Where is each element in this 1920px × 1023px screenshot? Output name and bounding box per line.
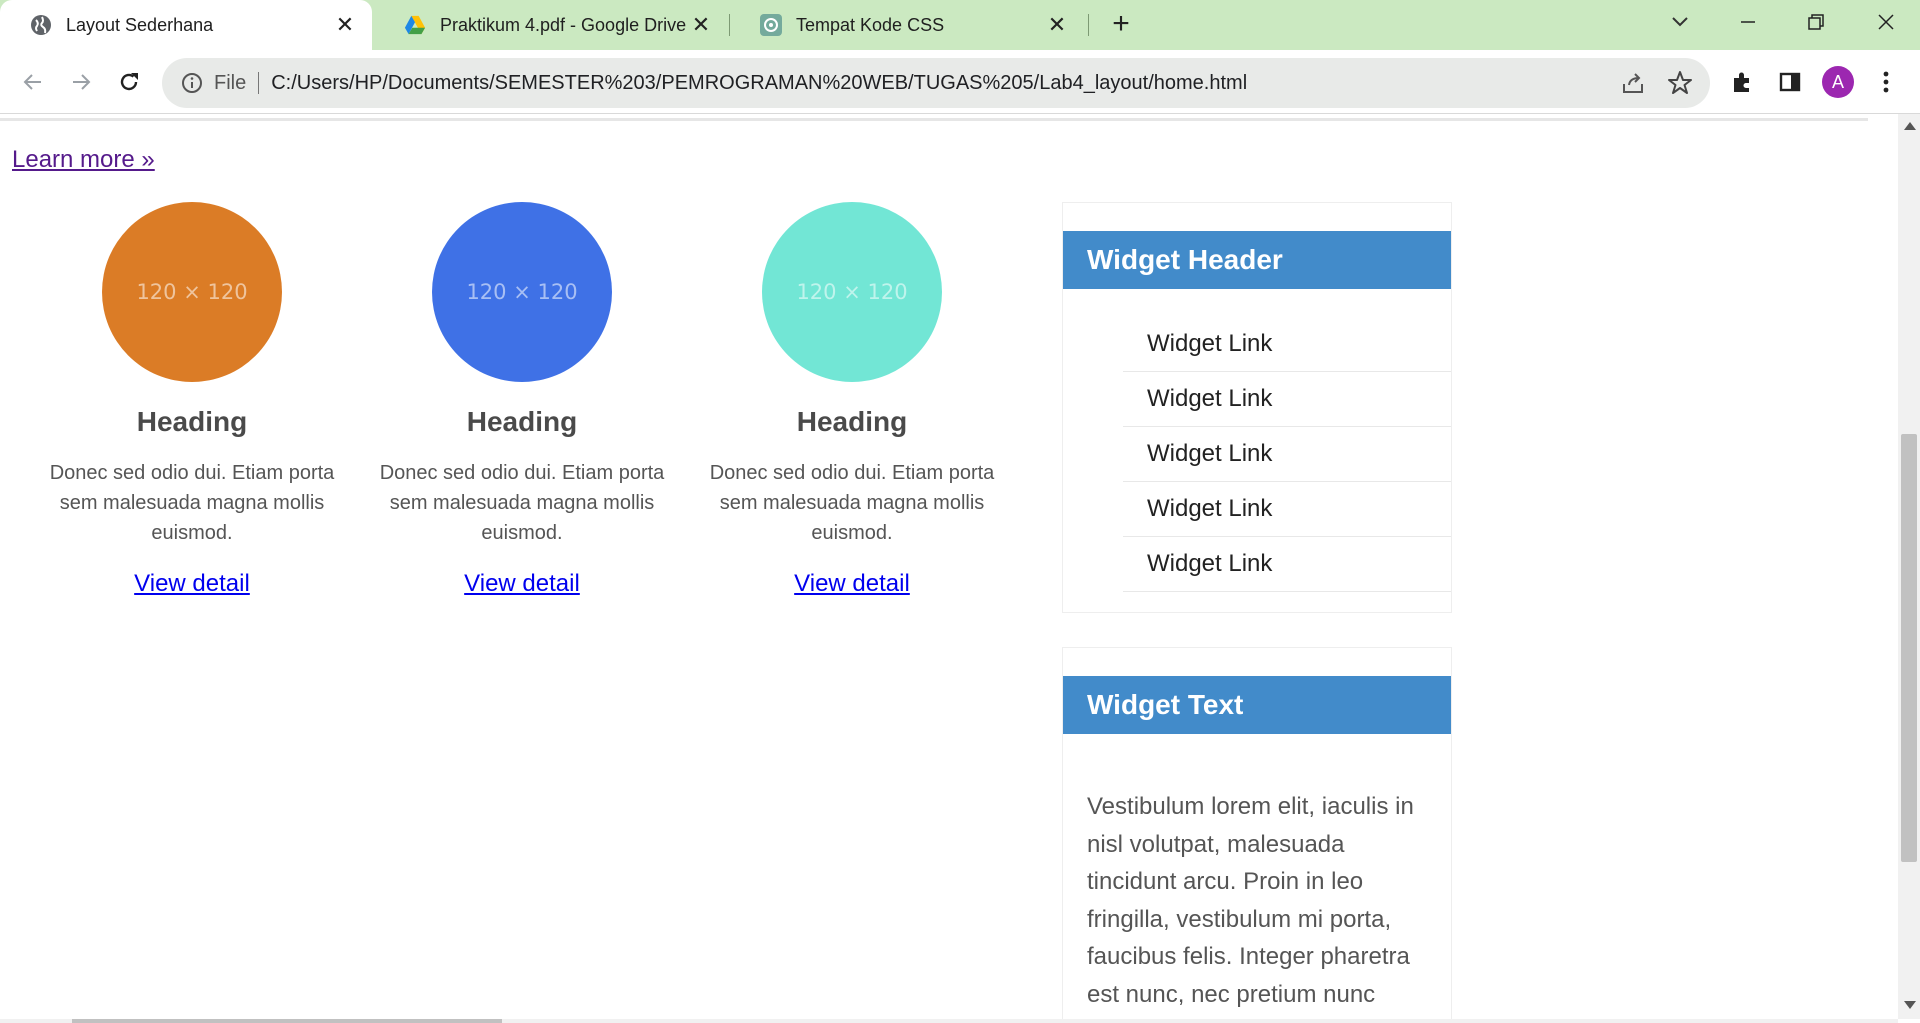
feature-text: Donec sed odio dui. Etiam porta sem male…	[379, 462, 665, 544]
scroll-up-arrow-icon[interactable]	[1904, 122, 1916, 130]
tab-separator	[1088, 14, 1089, 36]
horizontal-scrollbar[interactable]	[0, 1019, 1898, 1023]
view-detail-link[interactable]: View detail	[134, 570, 250, 598]
more-menu-icon[interactable]	[1866, 62, 1906, 102]
google-drive-icon	[404, 14, 426, 36]
tab-title: Tempat Kode CSS	[796, 14, 945, 35]
feature-column-3: 120 × 120 Heading Donec sed odio dui. Et…	[702, 202, 1002, 598]
feature-column-1: 120 × 120 Heading Donec sed odio dui. Et…	[42, 202, 342, 598]
widget-text: Widget Text Vestibulum lorem elit, iacul…	[1062, 647, 1452, 1019]
tab-google-drive[interactable]: Praktikum 4.pdf - Google Drive ✕	[374, 0, 728, 50]
chatgpt-icon	[760, 14, 782, 36]
feature-text: Donec sed odio dui. Etiam porta sem male…	[49, 462, 335, 544]
feature-text: Donec sed odio dui. Etiam porta sem male…	[709, 462, 995, 544]
tab-strip: Layout Sederhana ✕ Praktikum 4.pdf - Goo…	[0, 0, 1920, 50]
tab-title: Praktikum 4.pdf - Google Drive	[440, 14, 687, 35]
widget-header: Widget Header	[1063, 231, 1451, 289]
widget-link[interactable]: Widget Link	[1123, 427, 1451, 482]
profile-avatar[interactable]: A	[1818, 62, 1858, 102]
widget-links: Widget Header Widget Link Widget Link Wi…	[1062, 202, 1452, 613]
widget-text-body: Vestibulum lorem elit, iaculis in nisl v…	[1087, 793, 1414, 1008]
minimize-icon[interactable]	[1718, 0, 1778, 44]
widget-link-list: Widget Link Widget Link Widget Link Widg…	[1123, 317, 1451, 592]
url-text[interactable]: C:/Users/HP/Documents/SEMESTER%203/PEMRO…	[271, 72, 1247, 95]
view-detail-link[interactable]: View detail	[794, 570, 910, 598]
feature-heading: Heading	[466, 406, 578, 437]
placeholder-circle-image: 120 × 120	[432, 202, 612, 382]
widget-link[interactable]: Widget Link	[1123, 317, 1451, 372]
horizontal-scrollbar-thumb[interactable]	[72, 1019, 502, 1023]
close-tab-icon[interactable]: ✕	[688, 12, 714, 38]
placeholder-circle-image: 120 × 120	[762, 202, 942, 382]
extensions-puzzle-icon[interactable]	[1722, 62, 1762, 102]
address-bar[interactable]: File C:/Users/HP/Documents/SEMESTER%203/…	[162, 58, 1710, 108]
restore-icon[interactable]	[1786, 0, 1846, 44]
scroll-down-arrow-icon[interactable]	[1904, 1001, 1916, 1009]
widget-text-header: Widget Text	[1063, 676, 1451, 734]
tab-title: Layout Sederhana	[66, 14, 214, 35]
new-tab-button[interactable]: +	[1106, 9, 1136, 40]
widget-link[interactable]: Widget Link	[1123, 372, 1451, 427]
horizontal-rule	[0, 118, 1868, 121]
back-arrow-icon[interactable]	[14, 63, 52, 101]
bookmark-star-icon[interactable]	[1666, 69, 1694, 97]
close-tab-icon[interactable]: ✕	[1044, 12, 1070, 38]
scrollbar-thumb[interactable]	[1901, 434, 1917, 862]
learn-more-link[interactable]: Learn more »	[12, 146, 155, 174]
forward-arrow-icon[interactable]	[62, 63, 100, 101]
feature-heading: Heading	[136, 406, 248, 437]
tab-layout-sederhana[interactable]: Layout Sederhana ✕	[0, 0, 372, 50]
tab-tempat-kode-css[interactable]: Tempat Kode CSS ✕	[730, 0, 1084, 50]
view-detail-link[interactable]: View detail	[464, 570, 580, 598]
widget-link[interactable]: Widget Link	[1123, 482, 1451, 537]
close-window-icon[interactable]	[1856, 0, 1916, 44]
feature-column-2: 120 × 120 Heading Donec sed odio dui. Et…	[372, 202, 672, 598]
share-icon[interactable]	[1620, 70, 1646, 96]
avatar-initial: A	[1822, 66, 1854, 98]
address-divider	[258, 72, 260, 94]
side-panel-icon[interactable]	[1770, 62, 1810, 102]
close-tab-icon[interactable]: ✕	[332, 12, 358, 38]
page-viewport: Learn more » 120 × 120 Heading Donec sed…	[0, 114, 1898, 1019]
feature-heading: Heading	[796, 406, 908, 437]
info-icon[interactable]	[180, 71, 204, 95]
vertical-scrollbar[interactable]	[1898, 114, 1920, 1019]
globe-icon	[30, 14, 52, 36]
file-scheme-label: File	[214, 71, 247, 94]
browser-toolbar: File C:/Users/HP/Documents/SEMESTER%203/…	[0, 50, 1920, 114]
reload-icon[interactable]	[110, 63, 148, 101]
tab-search-chevron-down-icon[interactable]	[1650, 0, 1710, 44]
widget-link[interactable]: Widget Link	[1123, 537, 1451, 592]
placeholder-circle-image: 120 × 120	[102, 202, 282, 382]
